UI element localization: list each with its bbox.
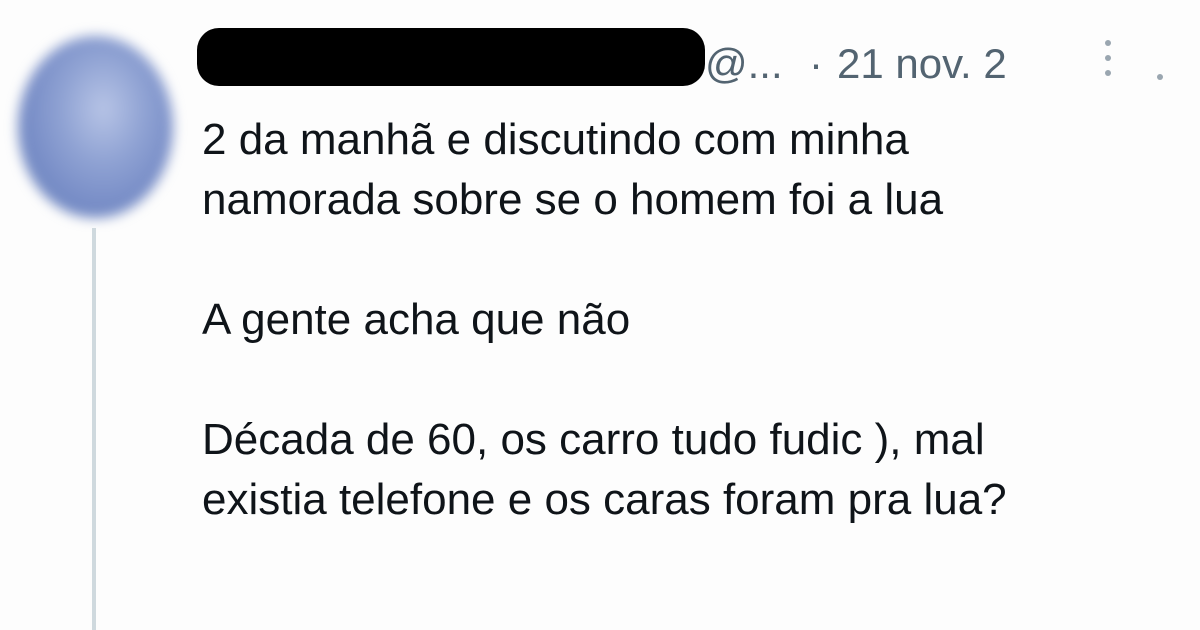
more-dot [1105, 40, 1111, 46]
redacted-display-name [197, 28, 705, 86]
avatar[interactable] [18, 36, 173, 218]
tweet[interactable]: @... · 21 nov. 2 2 da manhã e discutindo… [0, 0, 1200, 630]
thread-line [92, 228, 96, 630]
tweet-date[interactable]: 21 nov. 2 [837, 40, 1033, 88]
header-separator: · [809, 40, 823, 87]
tweet-line: existia telefone e os caras foram pra lu… [202, 475, 1007, 524]
more-dot [1105, 55, 1111, 61]
tweet-line: Década de 60, os carro tudo fudic ), mal [202, 415, 985, 464]
more-dot [1105, 70, 1111, 76]
more-options-icon[interactable] [1093, 28, 1123, 88]
tweet-header: @... · 21 nov. 2 [197, 22, 1177, 92]
tweet-line: A gente acha que não [202, 295, 631, 344]
edge-dot [1157, 74, 1163, 80]
tweet-text: 2 da manhã e discutindo com minha namora… [202, 110, 1182, 530]
user-handle[interactable]: @... [705, 40, 783, 88]
tweet-line: namorada sobre se o homem foi a lua [202, 175, 944, 224]
tweet-line: 2 da manhã e discutindo com minha [202, 115, 909, 164]
